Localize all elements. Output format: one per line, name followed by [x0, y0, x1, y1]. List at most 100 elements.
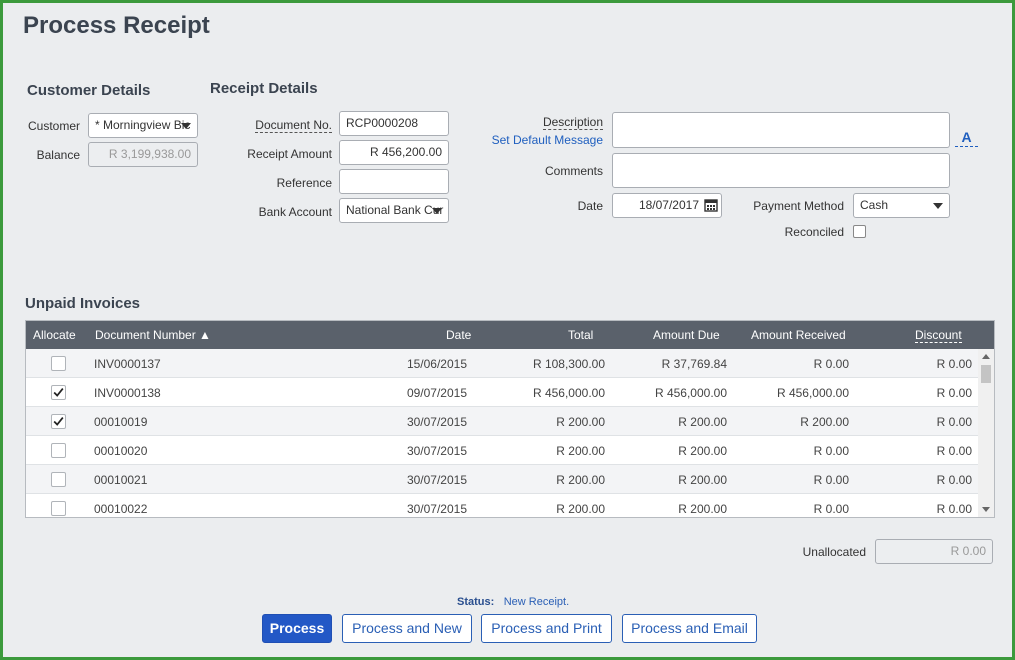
col-amount-due[interactable]: Amount Due	[653, 328, 720, 342]
invoices-table: Allocate Document Number ▲ Date Total Am…	[25, 320, 995, 518]
cell-received: R 0.00	[813, 502, 849, 516]
cell-discount: R 0.00	[936, 444, 972, 458]
comments-input[interactable]	[612, 153, 950, 188]
page-title: Process Receipt	[23, 12, 210, 39]
cell-date: 15/06/2015	[406, 357, 467, 371]
cell-total: R 200.00	[556, 473, 605, 487]
cell-date: 30/07/2015	[406, 473, 467, 487]
bank-account-select[interactable]: National Bank Cur	[339, 198, 449, 223]
font-format-button[interactable]: A	[955, 129, 978, 147]
scroll-down-icon[interactable]	[982, 507, 990, 512]
chevron-down-icon	[933, 203, 943, 209]
chevron-down-icon	[181, 123, 191, 129]
reference-label: Reference	[276, 176, 332, 190]
table-row[interactable]: 00010019 30/07/2015 R 200.00 R 200.00 R 200.…	[26, 407, 978, 436]
allocate-checkbox[interactable]	[51, 501, 66, 516]
cell-doc: 00010022	[94, 502, 148, 516]
cell-due: R 200.00	[678, 444, 727, 458]
cell-discount: R 0.00	[936, 357, 972, 371]
allocate-checkbox[interactable]	[51, 414, 66, 429]
table-header: Allocate Document Number ▲ Date Total Am…	[26, 321, 994, 349]
customer-select-value: * Morningview Bic	[95, 118, 191, 132]
cell-doc: 00010021	[94, 473, 148, 487]
process-and-email-button[interactable]: Process and Email	[622, 614, 757, 643]
reference-input[interactable]	[339, 169, 449, 194]
checkmark-icon	[53, 388, 64, 397]
cell-doc: INV0000138	[94, 386, 161, 400]
cell-due: R 200.00	[678, 415, 727, 429]
allocate-checkbox[interactable]	[51, 443, 66, 458]
customer-details-title: Customer Details	[27, 82, 151, 99]
cell-doc: 00010020	[94, 444, 148, 458]
reconciled-checkbox[interactable]	[853, 225, 866, 238]
cell-discount: R 0.00	[936, 473, 972, 487]
process-and-new-button[interactable]: Process and New	[342, 614, 472, 643]
col-discount[interactable]: Discount	[915, 328, 962, 343]
document-no-label: Document No.	[255, 118, 332, 133]
col-amount-received[interactable]: Amount Received	[751, 328, 846, 342]
bank-account-value: National Bank Cur	[346, 203, 444, 217]
checkmark-icon	[53, 417, 64, 426]
scroll-thumb[interactable]	[981, 365, 991, 383]
unpaid-invoices-title: Unpaid Invoices	[25, 295, 141, 312]
col-document-number[interactable]: Document Number ▲	[95, 328, 211, 342]
cell-total: R 200.00	[556, 444, 605, 458]
date-input[interactable]: 18/07/2017	[612, 193, 722, 218]
cell-discount: R 0.00	[936, 386, 972, 400]
set-default-message-link[interactable]: Set Default Message	[480, 133, 603, 147]
cell-discount: R 0.00	[936, 502, 972, 516]
cell-received: R 0.00	[813, 357, 849, 371]
cell-received: R 456,000.00	[776, 386, 849, 400]
calendar-icon[interactable]	[704, 198, 718, 212]
process-and-print-button[interactable]: Process and Print	[481, 614, 612, 643]
cell-date: 30/07/2015	[406, 415, 467, 429]
cell-total: R 200.00	[556, 415, 605, 429]
document-no-input[interactable]: RCP0000208	[339, 111, 449, 136]
description-label-wrap: Description	[490, 115, 603, 130]
cell-total: R 200.00	[556, 502, 605, 516]
cell-due: R 200.00	[678, 502, 727, 516]
cell-doc: INV0000137	[94, 357, 161, 371]
col-total[interactable]: Total	[568, 328, 593, 342]
balance-field: R 3,199,938.00	[88, 142, 198, 167]
cell-date: 30/07/2015	[406, 444, 467, 458]
receipt-amount-input[interactable]: R 456,200.00	[339, 140, 449, 165]
description-input[interactable]	[612, 112, 950, 148]
table-row[interactable]: INV0000137 15/06/2015 R 108,300.00 R 37,769…	[26, 349, 978, 378]
allocate-checkbox[interactable]	[51, 356, 66, 371]
unallocated-label: Unallocated	[802, 545, 866, 559]
table-row[interactable]: 00010021 30/07/2015 R 200.00 R 200.00 R 0.00…	[26, 465, 978, 494]
status-label: Status:	[457, 596, 495, 608]
cell-total: R 108,300.00	[532, 357, 605, 371]
description-label: Description	[542, 115, 603, 130]
cell-doc: 00010019	[94, 415, 148, 429]
table-row[interactable]: 00010022 30/07/2015 R 200.00 R 200.00 R 0.00…	[26, 494, 978, 517]
date-value: 18/07/2017	[638, 198, 699, 212]
table-row[interactable]: 00010020 30/07/2015 R 200.00 R 200.00 R 0.00…	[26, 436, 978, 465]
table-row[interactable]: INV0000138 09/07/2015 R 456,000.00 R 456,00…	[26, 378, 978, 407]
reconciled-label: Reconciled	[784, 225, 844, 239]
status-bar: Status: New Receipt.	[457, 592, 569, 610]
cell-received: R 200.00	[800, 415, 849, 429]
payment-method-value: Cash	[860, 198, 889, 212]
table-scrollbar[interactable]	[978, 349, 994, 517]
document-no-label-wrap: Document No.	[220, 118, 332, 133]
allocate-checkbox[interactable]	[51, 385, 66, 400]
payment-method-select[interactable]: Cash	[853, 193, 950, 218]
allocate-checkbox[interactable]	[51, 472, 66, 487]
payment-method-label: Payment Method	[753, 199, 844, 213]
scroll-up-icon[interactable]	[982, 354, 990, 359]
cell-received: R 0.00	[813, 444, 849, 458]
cell-due: R 456,000.00	[654, 386, 727, 400]
process-button[interactable]: Process	[262, 614, 332, 643]
customer-select[interactable]: * Morningview Bic	[88, 113, 198, 138]
comments-label: Comments	[544, 164, 603, 178]
receipt-details-title: Receipt Details	[210, 80, 318, 97]
cell-date: 30/07/2015	[406, 502, 467, 516]
col-date[interactable]: Date	[446, 328, 471, 342]
col-allocate[interactable]: Allocate	[33, 328, 76, 342]
cell-total: R 456,000.00	[532, 386, 605, 400]
chevron-down-icon	[432, 208, 442, 214]
date-label: Date	[577, 199, 603, 213]
cell-date: 09/07/2015	[406, 386, 467, 400]
